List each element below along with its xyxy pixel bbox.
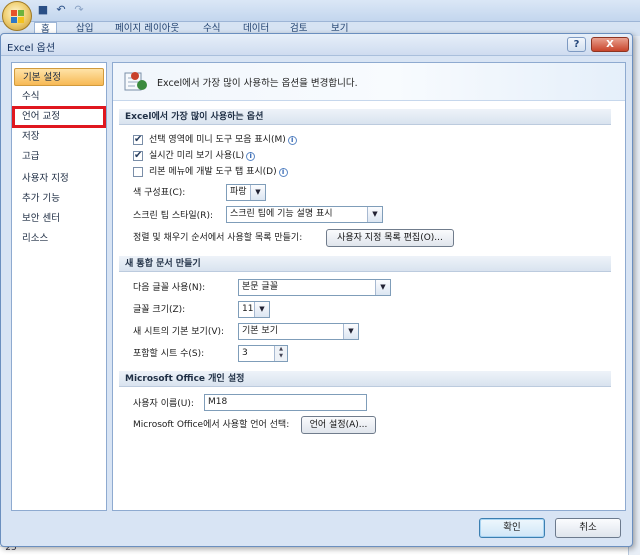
redo-icon[interactable]: ↷ [72,3,86,17]
screentip-style-select[interactable]: 스크린 팁에 기능 설명 표시 ▼ [226,206,383,223]
chevron-down-icon[interactable]: ▼ [343,324,358,339]
options-content: Excel에서 가장 많이 사용하는 옵션을 변경합니다. Excel에서 가장… [112,62,626,511]
screentip-style-label: 스크린 팁 스타일(R): [133,211,213,221]
live-preview-option[interactable]: ✔ 실시간 미리 보기 사용(L) i [133,149,256,163]
username-label: 사용자 이름(U): [133,399,194,409]
help-button[interactable]: ? [567,37,586,52]
undo-icon[interactable]: ↶ [54,3,68,17]
nav-item-add-ins[interactable]: 추가 기능 [14,190,104,208]
font-label: 다음 글꼴 사용(N): [133,283,206,293]
content-header-text: Excel에서 가장 많이 사용하는 옵션을 변경합니다. [157,78,358,89]
dialog-title: Excel 옵션 [7,43,56,54]
color-scheme-select[interactable]: 파랑 ▼ [226,184,266,201]
sort-list-label: 정렬 및 채우기 순서에서 사용할 목록 만들기: [133,233,303,243]
cancel-button[interactable]: 취소 [555,518,621,538]
username-input[interactable]: M18 [204,394,367,411]
nav-item-save[interactable]: 저장 [14,128,104,146]
options-header-icon [124,72,147,91]
screentip-style-value: 스크린 팁에 기능 설명 표시 [230,209,333,219]
excel-title-bar [0,0,640,22]
default-view-label: 새 시트의 기본 보기(V): [133,327,225,337]
content-header: Excel에서 가장 많이 사용하는 옵션을 변경합니다. [113,63,625,101]
default-view-value: 기본 보기 [242,326,278,336]
sheet-count-spinner[interactable]: ▲ ▼ [274,346,287,361]
sheet-count-value: 3 [242,348,248,358]
spin-up-icon[interactable]: ▲ [275,346,287,353]
nav-item-trust-center[interactable]: 보안 센터 [14,210,104,228]
sheet-count-input[interactable]: 3 ▲ ▼ [238,345,288,362]
ok-button[interactable]: 확인 [479,518,545,538]
section-popular-options: Excel에서 가장 많이 사용하는 옵션 [119,109,611,125]
chevron-down-icon[interactable]: ▼ [254,302,269,317]
save-icon[interactable]: ■ [36,3,50,17]
section-new-workbook: 새 통합 문서 만들기 [119,256,611,272]
font-select[interactable]: 본문 글꼴 ▼ [238,279,391,296]
info-icon: i [246,151,256,161]
office-button[interactable] [2,1,32,31]
live-preview-label: 실시간 미리 보기 사용(L) [149,151,245,161]
mini-toolbar-checkbox[interactable]: ✔ [133,134,143,145]
spin-down-icon[interactable]: ▼ [275,353,287,360]
info-icon: i [278,167,288,177]
excel-options-dialog: Excel 옵션 ? X 기본 설정 수식 언어 교정 저장 고급 사용자 지정… [0,33,633,547]
chevron-down-icon[interactable]: ▼ [367,207,382,222]
developer-tab-label: 리본 메뉴에 개발 도구 탭 표시(D) [149,167,277,177]
nav-item-customize[interactable]: 사용자 지정 [14,170,104,188]
mini-toolbar-label: 선택 영역에 미니 도구 모음 표시(M) [149,135,286,145]
developer-tab-option[interactable]: ✔ 리본 메뉴에 개발 도구 탭 표시(D) i [133,165,288,179]
edit-custom-lists-button[interactable]: 사용자 지정 목록 편집(O)... [326,229,454,247]
nav-item-resources[interactable]: 리소스 [14,230,104,248]
nav-item-proofing[interactable]: 언어 교정 [12,106,106,128]
font-size-value: 11 [242,304,254,314]
chevron-down-icon[interactable]: ▼ [375,280,390,295]
nav-item-formulas[interactable]: 수식 [14,88,104,106]
chevron-down-icon[interactable]: ▼ [250,185,265,200]
live-preview-checkbox[interactable]: ✔ [133,150,143,161]
default-view-select[interactable]: 기본 보기 ▼ [238,323,359,340]
font-size-label: 글꼴 크기(Z): [133,305,186,315]
dialog-title-bar[interactable]: Excel 옵션 ? X [1,34,632,56]
developer-tab-checkbox[interactable]: ✔ [133,167,143,177]
section-personalize: Microsoft Office 개인 설정 [119,371,611,387]
font-value: 본문 글꼴 [242,282,278,292]
color-scheme-label: 색 구성표(C): [133,188,186,198]
info-icon: i [287,135,297,145]
language-settings-button[interactable]: 언어 설정(A)... [301,416,376,434]
sheet-count-label: 포함할 시트 수(S): [133,349,205,359]
options-nav: 기본 설정 수식 언어 교정 저장 고급 사용자 지정 추가 기능 보안 센터 … [11,62,107,511]
office-logo-icon [11,10,25,24]
close-button[interactable]: X [591,37,629,52]
language-label: Microsoft Office에서 사용할 언어 선택: [133,420,290,430]
quick-access-toolbar: ■ ↶ ↷ [36,3,86,17]
color-scheme-value: 파랑 [230,187,247,197]
mini-toolbar-option[interactable]: ✔ 선택 영역에 미니 도구 모음 표시(M) i [133,133,297,147]
nav-item-advanced[interactable]: 고급 [14,148,104,166]
nav-item-basic-settings[interactable]: 기본 설정 [14,68,104,86]
username-value: M18 [208,397,228,407]
font-size-select[interactable]: 11 ▼ [238,301,270,318]
